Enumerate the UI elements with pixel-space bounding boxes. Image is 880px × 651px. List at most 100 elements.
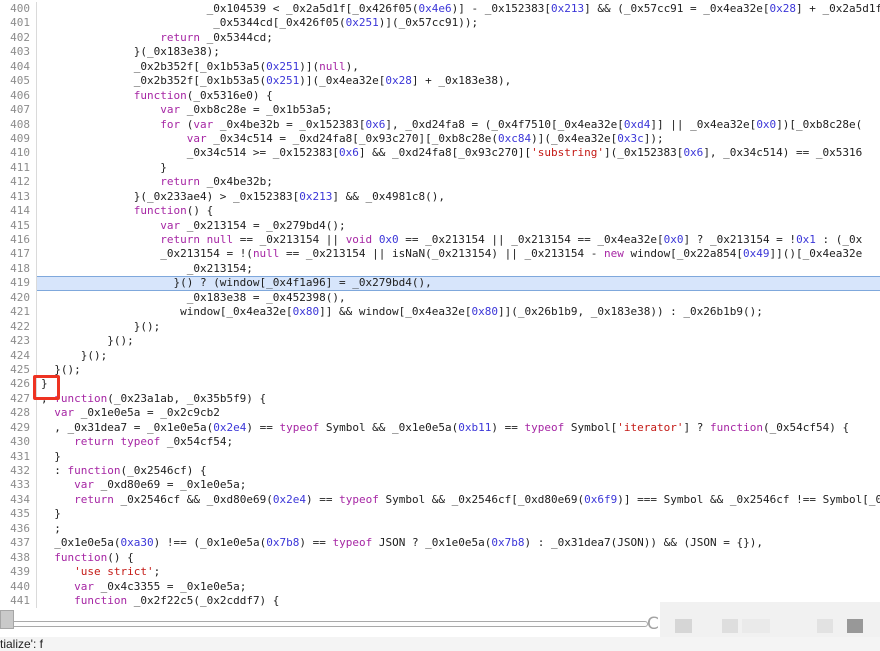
code-line[interactable]: 404 _0x2b352f[_0x1b53a5(0x251)](null), xyxy=(0,60,880,74)
code-line[interactable]: 425 }(); xyxy=(0,363,880,377)
line-number[interactable]: 414 xyxy=(0,204,37,218)
code-text: _0x1e0e5a(0xa30) !== (_0x1e0e5a(0x7b8) =… xyxy=(37,536,880,550)
code-line[interactable]: 421 window[_0x4ea32e[0x80]] && window[_0… xyxy=(0,305,880,319)
code-line[interactable]: 406 function(_0x5316e0) { xyxy=(0,89,880,103)
line-number[interactable]: 433 xyxy=(0,478,37,492)
code-text: for (var _0x4be32b = _0x152383[0x6], _0x… xyxy=(37,118,880,132)
line-number[interactable]: 431 xyxy=(0,450,37,464)
code-line[interactable]: 403 }(_0x183e38); xyxy=(0,45,880,59)
line-number[interactable]: 437 xyxy=(0,536,37,550)
scrollbar-track[interactable] xyxy=(2,621,648,627)
line-number[interactable]: 427 xyxy=(0,392,37,406)
line-number[interactable]: 406 xyxy=(0,89,37,103)
line-number[interactable]: 424 xyxy=(0,349,37,363)
line-number[interactable]: 410 xyxy=(0,146,37,160)
line-number[interactable]: 436 xyxy=(0,522,37,536)
code-line[interactable]: 419 }() ? (window[_0x4f1a96] = _0x279bd4… xyxy=(0,276,880,290)
line-number[interactable]: 415 xyxy=(0,219,37,233)
code-line[interactable]: 409 var _0x34c514 = _0xd24fa8[_0x93c270]… xyxy=(0,132,880,146)
line-number[interactable]: 421 xyxy=(0,305,37,319)
line-number[interactable]: 430 xyxy=(0,435,37,449)
redacted-toolbar xyxy=(660,602,880,637)
code-line[interactable]: 424 }(); xyxy=(0,349,880,363)
code-line[interactable]: 413 }(_0x233ae4) > _0x152383[0x213] && _… xyxy=(0,190,880,204)
line-number[interactable]: 435 xyxy=(0,507,37,521)
code-line[interactable]: 410 _0x34c514 >= _0x152383[0x6] && _0xd2… xyxy=(0,146,880,160)
code-line[interactable]: 414 function() { xyxy=(0,204,880,218)
line-number[interactable]: 417 xyxy=(0,247,37,261)
code-text: }(); xyxy=(37,334,880,348)
code-line[interactable]: 435 } xyxy=(0,507,880,521)
code-line[interactable]: 416 return null == _0x213154 || void 0x0… xyxy=(0,233,880,247)
code-text: , _0x31dea7 = _0x1e0e5a(0x2e4) == typeof… xyxy=(37,421,880,435)
code-line[interactable]: 411 } xyxy=(0,161,880,175)
code-text: var _0x4c3355 = _0x1e0e5a; xyxy=(37,580,880,594)
code-text: } xyxy=(37,450,880,464)
code-line[interactable]: 400 _0x104539 < _0x2a5d1f[_0x426f05(0x4e… xyxy=(0,2,880,16)
code-line[interactable]: 432 : function(_0x2546cf) { xyxy=(0,464,880,478)
line-number[interactable]: 432 xyxy=(0,464,37,478)
line-number[interactable]: 420 xyxy=(0,291,37,305)
code-line[interactable]: 434 return _0x2546cf && _0xd80e69(0x2e4)… xyxy=(0,493,880,507)
line-number[interactable]: 413 xyxy=(0,190,37,204)
code-text: window[_0x4ea32e[0x80]] && window[_0x4ea… xyxy=(37,305,880,319)
code-line[interactable]: 415 var _0x213154 = _0x279bd4(); xyxy=(0,219,880,233)
code-line[interactable]: 402 return _0x5344cd; xyxy=(0,31,880,45)
line-number[interactable]: 439 xyxy=(0,565,37,579)
line-number[interactable]: 428 xyxy=(0,406,37,420)
line-number[interactable]: 422 xyxy=(0,320,37,334)
code-line[interactable]: 438 function() { xyxy=(0,551,880,565)
code-line[interactable]: 433 var _0xd80e69 = _0x1e0e5a; xyxy=(0,478,880,492)
line-number[interactable]: 423 xyxy=(0,334,37,348)
line-number[interactable]: 441 xyxy=(0,594,37,608)
line-number[interactable]: 402 xyxy=(0,31,37,45)
line-number[interactable]: 426 xyxy=(0,377,37,391)
code-text: }() ? (window[_0x4f1a96] = _0x279bd4(), xyxy=(37,276,880,290)
code-line[interactable]: 437 _0x1e0e5a(0xa30) !== (_0x1e0e5a(0x7b… xyxy=(0,536,880,550)
code-text: var _0xb8c28e = _0x1b53a5; xyxy=(37,103,880,117)
line-number[interactable]: 409 xyxy=(0,132,37,146)
code-line[interactable]: 408 for (var _0x4be32b = _0x152383[0x6],… xyxy=(0,118,880,132)
code-line[interactable]: 431 } xyxy=(0,450,880,464)
code-line[interactable]: 439 'use strict'; xyxy=(0,565,880,579)
line-number[interactable]: 425 xyxy=(0,363,37,377)
code-line[interactable]: 401 _0x5344cd[_0x426f05(0x251)](_0x57cc9… xyxy=(0,16,880,30)
line-number[interactable]: 400 xyxy=(0,2,37,16)
line-number[interactable]: 404 xyxy=(0,60,37,74)
code-line[interactable]: 430 return typeof _0x54cf54; xyxy=(0,435,880,449)
code-line[interactable]: 412 return _0x4be32b; xyxy=(0,175,880,189)
code-line[interactable]: 422 }(); xyxy=(0,320,880,334)
code-line[interactable]: 420 _0x183e38 = _0x452398(), xyxy=(0,291,880,305)
code-line[interactable]: 417 _0x213154 = !(null == _0x213154 || i… xyxy=(0,247,880,261)
line-number[interactable]: 407 xyxy=(0,103,37,117)
scrollbar-thumb[interactable] xyxy=(0,610,14,629)
line-number[interactable]: 405 xyxy=(0,74,37,88)
code-text: }(_0x233ae4) > _0x152383[0x213] && _0x49… xyxy=(37,190,880,204)
line-number[interactable]: 440 xyxy=(0,580,37,594)
code-line[interactable]: 436 ; xyxy=(0,522,880,536)
code-line[interactable]: 428 var _0x1e0e5a = _0x2c9cb2 xyxy=(0,406,880,420)
line-number[interactable]: 401 xyxy=(0,16,37,30)
code-line[interactable]: 407 var _0xb8c28e = _0x1b53a5; xyxy=(0,103,880,117)
line-number[interactable]: 419 xyxy=(0,276,37,290)
code-text: _0x213154 = !(null == _0x213154 || isNaN… xyxy=(37,247,880,261)
line-number[interactable]: 408 xyxy=(0,118,37,132)
code-line[interactable]: 440 var _0x4c3355 = _0x1e0e5a; xyxy=(0,580,880,594)
line-number[interactable]: 418 xyxy=(0,262,37,276)
code-line[interactable]: 426} xyxy=(0,377,880,391)
code-line[interactable]: 418 _0x213154; xyxy=(0,262,880,276)
code-text: _0x213154; xyxy=(37,262,880,276)
line-number[interactable]: 434 xyxy=(0,493,37,507)
code-text: function() { xyxy=(37,204,880,218)
line-number[interactable]: 403 xyxy=(0,45,37,59)
code-line[interactable]: 427, function(_0x23a1ab, _0x35b5f9) { xyxy=(0,392,880,406)
line-number[interactable]: 412 xyxy=(0,175,37,189)
line-number[interactable]: 416 xyxy=(0,233,37,247)
code-text: } xyxy=(37,161,880,175)
code-line[interactable]: 405 _0x2b352f[_0x1b53a5(0x251)](_0x4ea32… xyxy=(0,74,880,88)
line-number[interactable]: 438 xyxy=(0,551,37,565)
code-line[interactable]: 423 }(); xyxy=(0,334,880,348)
line-number[interactable]: 411 xyxy=(0,161,37,175)
code-line[interactable]: 429 , _0x31dea7 = _0x1e0e5a(0x2e4) == ty… xyxy=(0,421,880,435)
line-number[interactable]: 429 xyxy=(0,421,37,435)
